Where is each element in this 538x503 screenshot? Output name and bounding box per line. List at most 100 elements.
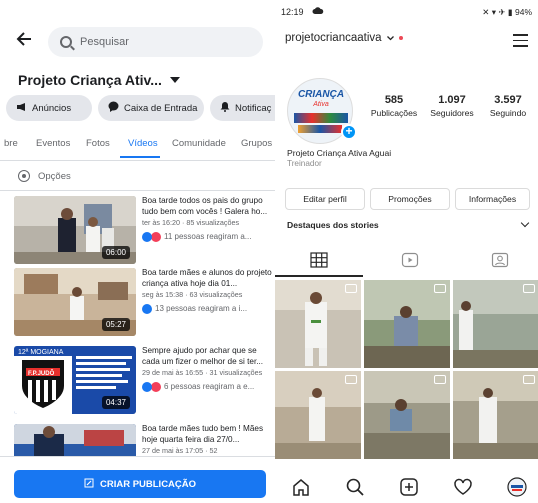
battery-icon: ▮ (507, 6, 513, 17)
back-arrow-icon[interactable] (16, 30, 32, 53)
post-thumbnail[interactable] (275, 280, 361, 368)
divider (0, 160, 275, 161)
edit-profile-button[interactable]: Editar perfil (285, 188, 365, 210)
page-tabs: bre Eventos Fotos Vídeos Comunidade Grup… (0, 138, 275, 160)
profile-avatar-icon[interactable] (507, 477, 527, 497)
video-meta: 29 de mai às 16:55 · 31 visualizações (142, 368, 263, 377)
tab-fotos[interactable]: Fotos (86, 138, 110, 149)
gear-icon (18, 170, 30, 182)
video-thumbnail[interactable]: 05:27 (14, 268, 136, 336)
page-title[interactable]: Projeto Criança Ativ... (18, 72, 180, 88)
post-thumbnail[interactable] (364, 371, 450, 459)
add-story-icon[interactable]: + (341, 124, 357, 140)
following-stat[interactable]: 3.597 Seguindo (481, 94, 535, 118)
video-meta: seg às 15:38 · 63 visualizações (142, 290, 243, 299)
posts-count: 585 (384, 94, 404, 106)
info-button[interactable]: Informações (455, 188, 530, 210)
video-thumbnail[interactable]: 12ª MOGIANA F.P.JUDÔ 04:37 (14, 346, 136, 414)
video-item[interactable]: 06:00 Boa tarde todos os pais do grupo t… (14, 196, 274, 268)
reel-icon (345, 375, 357, 384)
tab-comunidade[interactable]: Comunidade (172, 138, 226, 149)
options-label: Opções (38, 170, 71, 182)
video-meta: ter às 16:20 · 85 visualizações (142, 218, 240, 227)
inbox-label: Caixa de Entrada (124, 102, 198, 114)
video-title[interactable]: Boa tarde todos os pais do grupo tudo be… (142, 196, 272, 217)
video-item[interactable]: 05:27 Boa tarde mães e alunos do projeto… (14, 268, 274, 340)
megaphone-icon (16, 102, 27, 115)
status-icons: ✕ ▾ ✈ ▮ 94% (482, 7, 532, 18)
post-thumbnail[interactable] (453, 371, 538, 459)
heart-icon[interactable] (453, 477, 473, 497)
posts-stat[interactable]: 585 Publicações (367, 94, 421, 118)
reactions-text: 11 pessoas reagiram a... (164, 231, 252, 241)
reel-icon (434, 284, 446, 293)
reel-icon (523, 284, 535, 293)
avatar-logo-text: CRIANÇA (297, 89, 345, 100)
tab-videos[interactable]: Vídeos (128, 138, 158, 149)
posts-label: Publicações (370, 108, 418, 118)
mute-icon: ✕ (482, 6, 490, 17)
hamburger-menu-icon[interactable] (513, 34, 528, 51)
video-duration: 05:27 (101, 318, 130, 331)
search-row: Pesquisar (0, 24, 275, 60)
chevron-down-icon (386, 35, 394, 40)
video-item[interactable]: 12ª MOGIANA F.P.JUDÔ 04:37 Sempre ajudo … (14, 346, 274, 418)
create-post-label: CRIAR PUBLICAÇÃO (99, 478, 197, 490)
divider (0, 190, 275, 191)
notification-dot (398, 36, 403, 40)
reactions-row[interactable]: 13 pessoas reagiram a i... (142, 304, 272, 315)
tab-grupos[interactable]: Grupos (241, 138, 272, 149)
ads-button[interactable]: Anúncios (6, 95, 92, 121)
love-reaction-icon (151, 381, 161, 392)
instagram-panel: 12:19 ✕ ▾ ✈ ▮ 94% projetocriancaativa CR… (275, 0, 538, 503)
following-count: 3.597 (494, 94, 522, 106)
search-input[interactable]: Pesquisar (48, 27, 263, 57)
new-post-icon[interactable] (399, 477, 419, 497)
followers-stat[interactable]: 1.097 Seguidores (425, 94, 479, 118)
reactions-row[interactable]: 6 pessoas reagiram a e... (142, 382, 272, 393)
home-icon[interactable] (291, 477, 311, 497)
bottom-navigation (275, 470, 538, 503)
story-highlights-label: Destaques dos stories (287, 220, 379, 230)
bio-category: Treinador (287, 159, 322, 168)
video-thumbnail[interactable]: 06:00 (14, 196, 136, 264)
post-thumbnail[interactable] (364, 280, 450, 368)
search-icon[interactable] (345, 477, 365, 497)
sponsor-logos (294, 113, 348, 123)
notifications-button[interactable]: Notificaç (210, 95, 275, 121)
followers-label: Seguidores (430, 108, 474, 118)
dropdown-caret-icon (169, 77, 180, 83)
reel-icon (523, 375, 535, 384)
video-title[interactable]: Boa tarde mães tudo bem ! Mães hoje quar… (142, 424, 272, 445)
club-name-text: F.P.JUDÔ (28, 369, 55, 377)
posts-grid (275, 280, 538, 465)
grid-tab-icon[interactable] (310, 252, 328, 268)
post-thumbnail[interactable] (275, 371, 361, 459)
followers-count: 1.097 (438, 94, 466, 106)
tab-eventos[interactable]: Eventos (36, 138, 70, 149)
like-reaction-icon (142, 303, 152, 314)
reels-tab-icon[interactable] (401, 252, 419, 268)
status-bar: 12:19 ✕ ▾ ✈ ▮ 94% (275, 0, 538, 24)
tagged-tab-icon[interactable] (491, 252, 509, 268)
status-time: 12:19 (281, 7, 304, 17)
video-duration: 04:37 (101, 396, 130, 409)
options-button[interactable]: Opções (18, 170, 71, 182)
video-meta: 27 de mai às 17:05 · 52 (142, 446, 218, 455)
chevron-down-icon[interactable] (520, 218, 530, 228)
reactions-text: 6 pessoas reagiram a e... (164, 381, 255, 391)
reactions-row[interactable]: 11 pessoas reagiram a... (142, 232, 272, 243)
create-post-button[interactable]: CRIAR PUBLICAÇÃO (14, 470, 266, 498)
promotions-button[interactable]: Promoções (370, 188, 450, 210)
tab-sobre[interactable]: bre (4, 138, 18, 149)
post-thumbnail[interactable] (453, 280, 538, 368)
event-banner-text: 12ª MOGIANA (18, 349, 64, 356)
inbox-button[interactable]: Caixa de Entrada (98, 95, 204, 121)
notifications-label: Notificaç (235, 102, 272, 114)
account-switcher[interactable]: projetocriancaativa (285, 32, 403, 44)
edit-icon (84, 478, 94, 491)
username: projetocriancaativa (285, 32, 382, 44)
video-title[interactable]: Sempre ajudo por achar que se cada um fi… (142, 346, 272, 367)
video-title[interactable]: Boa tarde mães e alunos do projeto crian… (142, 268, 272, 289)
bio-name: Projeto Criança Ativa Aguai (287, 148, 392, 158)
